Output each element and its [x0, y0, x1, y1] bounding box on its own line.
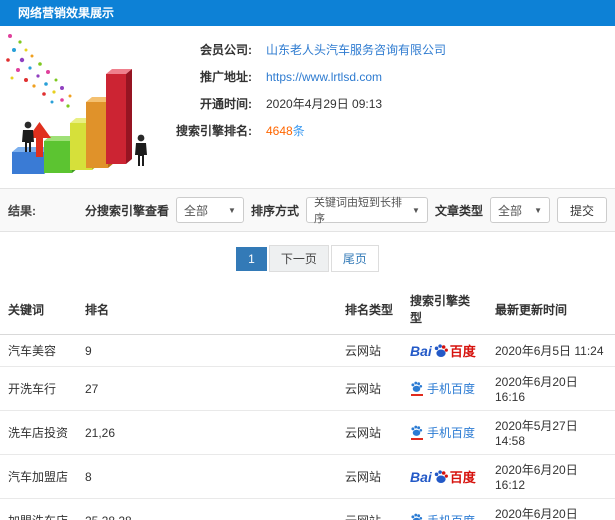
engine-type-cell: Bai 百度 [402, 334, 487, 367]
filter-bar: 结果: 分搜索引擎查看 全部 ▼ 排序方式 关键词由短到长排序 ▼ 文章类型 全… [0, 188, 615, 232]
mobile-baidu-logo: 手机百度 [410, 512, 475, 520]
table-header-row: 关键词 排名 排名类型 搜索引擎类型 最新更新时间 [0, 284, 615, 335]
mobile-baidu-paw-icon [410, 513, 423, 520]
page-title: 网络营销效果展示 [18, 6, 115, 20]
promo-url-label: 推广地址: [200, 70, 252, 84]
pagination-next-button[interactable]: 下一页 [268, 245, 329, 272]
engine-rank-row: 搜索引擎排名: 4648条 [170, 117, 446, 144]
engine-filter-select[interactable]: 全部 ▼ [175, 197, 244, 223]
header-updated: 最新更新时间 [487, 284, 615, 335]
mobile-baidu-logo: 手机百度 [410, 424, 475, 441]
header-rank: 排名 [77, 284, 337, 335]
chevron-down-icon: ▼ [228, 205, 236, 215]
results-table: 关键词 排名 排名类型 搜索引擎类型 最新更新时间 汽车美容 9 云网站 Bai… [0, 284, 615, 520]
baidu-paw-icon [434, 343, 448, 357]
keyword-cell: 汽车加盟店 [0, 454, 77, 499]
updated-time-cell: 2020年6月20日 16:11 [487, 498, 615, 520]
rank-link[interactable]: 8 [77, 454, 337, 499]
bar-red [106, 69, 132, 164]
rank-link[interactable]: 25,28,28 [77, 498, 337, 520]
rank-type-cell: 云网站 [337, 498, 402, 520]
header-keyword: 关键词 [0, 284, 77, 335]
member-company-label: 会员公司: [200, 43, 252, 57]
pagination-last-button[interactable]: 尾页 [330, 245, 379, 272]
updated-time-cell: 2020年5月27日 14:58 [487, 410, 615, 455]
rank-link[interactable]: 21,26 [77, 410, 337, 455]
sort-filter-select[interactable]: 关键词由短到长排序 ▼ [305, 197, 428, 225]
table-row: 汽车美容 9 云网站 Bai 百度 2020年6月5日 11:24 [0, 334, 615, 367]
keyword-cell: 加盟洗车店 [0, 498, 77, 520]
mobile-baidu-logo: 手机百度 [410, 380, 475, 397]
confetti-dots [6, 34, 72, 108]
updated-time-cell: 2020年6月20日 16:12 [487, 454, 615, 499]
engine-rank-value: 4648条 [266, 122, 305, 139]
mobile-baidu-paw-icon [410, 381, 423, 396]
rank-type-cell: 云网站 [337, 366, 402, 411]
member-company-link[interactable]: 山东老人头汽车服务咨询有限公司 [266, 41, 446, 58]
result-label: 结果: [8, 203, 36, 218]
open-time-value: 2020年4月29日 09:13 [266, 97, 383, 111]
rank-link[interactable]: 27 [77, 366, 337, 411]
engine-type-cell: 手机百度 [402, 410, 487, 455]
baidu-logo: Bai 百度 [410, 342, 476, 360]
header-rank-type: 排名类型 [337, 284, 402, 335]
businessman-right [135, 134, 147, 166]
engine-type-cell: Bai 百度 [402, 454, 487, 499]
filter-controls: 分搜索引擎查看 全部 ▼ 排序方式 关键词由短到长排序 ▼ 文章类型 全部 ▼ … [84, 197, 607, 225]
rank-type-cell: 云网站 [337, 410, 402, 455]
article-type-select[interactable]: 全部 ▼ [489, 197, 550, 223]
chevron-down-icon: ▼ [412, 205, 420, 215]
submit-button[interactable]: 提交 [556, 197, 607, 223]
updated-time-cell: 2020年6月20日 16:16 [487, 366, 615, 411]
baidu-logo: Bai 百度 [410, 468, 476, 486]
promo-url-row: 推广地址: https://www.lrtlsd.com [170, 63, 446, 90]
engine-rank-unit: 条 [292, 124, 305, 138]
engine-rank-count: 4648 [266, 124, 293, 138]
rank-type-cell: 云网站 [337, 454, 402, 499]
engine-filter-label: 分搜索引擎查看 [84, 203, 169, 218]
growth-chart-illustration [0, 26, 170, 186]
header-engine-type: 搜索引擎类型 [402, 284, 487, 335]
pagination-page-1[interactable]: 1 [236, 247, 267, 271]
mobile-baidu-paw-icon [410, 425, 423, 440]
keyword-cell: 开洗车行 [0, 366, 77, 411]
rank-type-cell: 云网站 [337, 334, 402, 367]
rank-link[interactable]: 9 [77, 334, 337, 367]
article-type-label: 文章类型 [434, 203, 483, 218]
engine-rank-label: 搜索引擎排名: [176, 124, 252, 138]
table-row: 加盟洗车店 25,28,28 云网站 手机百度 2020年6月20日 16:11 [0, 498, 615, 520]
engine-type-cell: 手机百度 [402, 366, 487, 411]
table-row: 洗车店投资 21,26 云网站 手机百度 2020年5月27日 14:58 [0, 410, 615, 455]
promo-url-link[interactable]: https://www.lrtlsd.com [266, 70, 382, 84]
app-header-bar: 网络营销效果展示 [0, 0, 615, 26]
member-company-row: 会员公司: 山东老人头汽车服务咨询有限公司 [170, 36, 446, 63]
results-table-body: 汽车美容 9 云网站 Bai 百度 2020年6月5日 11:24 开洗车行 2… [0, 334, 615, 520]
account-info-section: 会员公司: 山东老人头汽车服务咨询有限公司 推广地址: https://www.… [0, 26, 615, 188]
table-row: 开洗车行 27 云网站 手机百度 2020年6月20日 16:16 [0, 366, 615, 411]
baidu-paw-icon [434, 469, 448, 483]
open-time-row: 开通时间: 2020年4月29日 09:13 [170, 90, 446, 117]
open-time-label: 开通时间: [200, 97, 252, 111]
chevron-down-icon: ▼ [534, 205, 542, 215]
account-info-fields: 会员公司: 山东老人头汽车服务咨询有限公司 推广地址: https://www.… [170, 26, 446, 188]
sort-filter-label: 排序方式 [250, 203, 299, 218]
table-row: 汽车加盟店 8 云网站 Bai 百度 2020年6月20日 16:12 [0, 454, 615, 499]
keyword-cell: 汽车美容 [0, 334, 77, 367]
pagination: 1 下一页 尾页 [0, 232, 615, 284]
keyword-cell: 洗车店投资 [0, 410, 77, 455]
updated-time-cell: 2020年6月5日 11:24 [487, 334, 615, 367]
engine-type-cell: 手机百度 [402, 498, 487, 520]
